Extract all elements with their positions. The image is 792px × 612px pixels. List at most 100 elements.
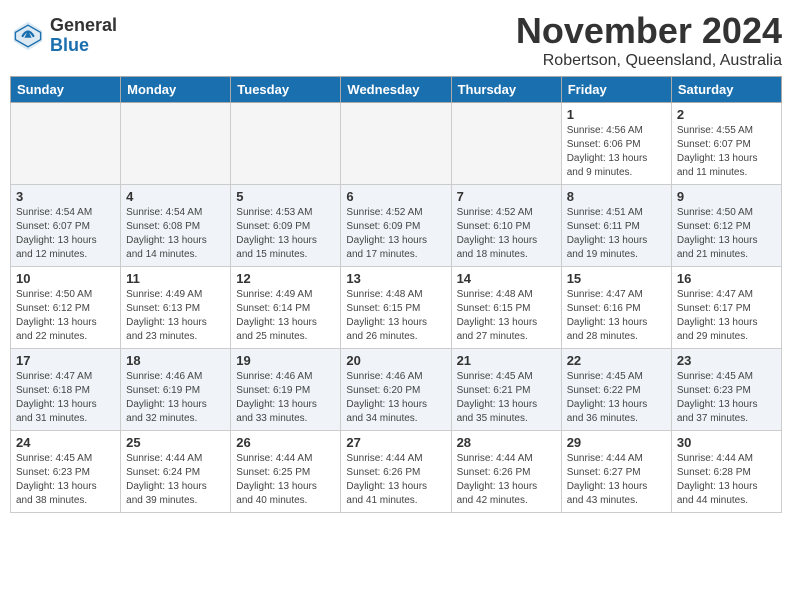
day-number: 13 xyxy=(346,271,445,286)
day-cell: 28Sunrise: 4:44 AM Sunset: 6:26 PM Dayli… xyxy=(451,431,561,513)
day-cell: 4Sunrise: 4:54 AM Sunset: 6:08 PM Daylig… xyxy=(121,185,231,267)
col-header-monday: Monday xyxy=(121,77,231,103)
col-header-thursday: Thursday xyxy=(451,77,561,103)
day-number: 6 xyxy=(346,189,445,204)
day-cell: 12 Sunrise: 4:49 AM Sunset: 6:14 PM Dayli… xyxy=(231,267,341,349)
day-cell: 17 Sunrise: 4:47 AM Sunset: 6:18 PM Dayli… xyxy=(11,349,121,431)
day-info: Sunrise: 4:52 AM Sunset: 6:09 PM Dayligh… xyxy=(346,206,445,262)
day-info: Sunrise: 4:55 AM Sunset: 6:07 PM Dayligh… xyxy=(677,124,776,180)
day-number: 2 xyxy=(677,107,776,122)
day-cell: 23Sunrise: 4:45 AM Sunset: 6:23 PM Dayli… xyxy=(671,349,781,431)
day-info: Sunrise: 4:47 AM Sunset: 6:18 PM Dayligh… xyxy=(16,370,115,426)
logo-general: General xyxy=(50,16,117,36)
day-number: 7 xyxy=(457,189,556,204)
day-cell: 16 Sunrise: 4:47 AM Sunset: 6:17 PM Dayli… xyxy=(671,267,781,349)
col-header-saturday: Saturday xyxy=(671,77,781,103)
day-cell: 2 Sunrise: 4:55 AM Sunset: 6:07 PM Daylig… xyxy=(671,103,781,185)
day-info: Sunrise: 4:48 AM Sunset: 6:15 PM Dayligh… xyxy=(457,288,556,344)
day-cell: 11 Sunrise: 4:49 AM Sunset: 6:13 PM Dayli… xyxy=(121,267,231,349)
day-cell: 3 Sunrise: 4:54 AM Sunset: 6:07 PM Daylig… xyxy=(11,185,121,267)
day-info: Sunrise: 4:51 AM Sunset: 6:11 PM Dayligh… xyxy=(567,206,666,262)
day-info: Sunrise: 4:54 AM Sunset: 6:08 PM Dayligh… xyxy=(126,206,225,262)
day-cell: 13 Sunrise: 4:48 AM Sunset: 6:15 PM Dayli… xyxy=(341,267,451,349)
day-cell: 21 Sunrise: 4:45 AM Sunset: 6:21 PM Dayli… xyxy=(451,349,561,431)
day-number: 9 xyxy=(677,189,776,204)
day-info: Sunrise: 4:54 AM Sunset: 6:07 PM Dayligh… xyxy=(16,206,115,262)
day-info: Sunrise: 4:53 AM Sunset: 6:09 PM Dayligh… xyxy=(236,206,335,262)
day-number: 15 xyxy=(567,271,666,286)
col-header-sunday: Sunday xyxy=(11,77,121,103)
day-cell: 25 Sunrise: 4:44 AM Sunset: 6:24 PM Dayli… xyxy=(121,431,231,513)
month-title: November 2024 xyxy=(516,10,782,52)
day-cell xyxy=(11,103,121,185)
week-row-1: 1Sunrise: 4:56 AM Sunset: 6:06 PM Daylig… xyxy=(11,103,782,185)
day-number: 10 xyxy=(16,271,115,286)
day-number: 23 xyxy=(677,353,776,368)
day-cell: 8 Sunrise: 4:51 AM Sunset: 6:11 PM Daylig… xyxy=(561,185,671,267)
day-info: Sunrise: 4:46 AM Sunset: 6:19 PM Dayligh… xyxy=(126,370,225,426)
day-info: Sunrise: 4:48 AM Sunset: 6:15 PM Dayligh… xyxy=(346,288,445,344)
logo-blue: Blue xyxy=(50,36,117,56)
day-number: 24 xyxy=(16,435,115,450)
day-number: 25 xyxy=(126,435,225,450)
day-number: 21 xyxy=(457,353,556,368)
day-number: 3 xyxy=(16,189,115,204)
day-cell: 29 Sunrise: 4:44 AM Sunset: 6:27 PM Dayli… xyxy=(561,431,671,513)
day-info: Sunrise: 4:47 AM Sunset: 6:16 PM Dayligh… xyxy=(567,288,666,344)
day-info: Sunrise: 4:49 AM Sunset: 6:14 PM Dayligh… xyxy=(236,288,335,344)
day-cell: 18 Sunrise: 4:46 AM Sunset: 6:19 PM Dayli… xyxy=(121,349,231,431)
title-area: November 2024 Robertson, Queensland, Aus… xyxy=(516,10,782,70)
col-header-wednesday: Wednesday xyxy=(341,77,451,103)
day-number: 19 xyxy=(236,353,335,368)
day-cell: 14 Sunrise: 4:48 AM Sunset: 6:15 PM Dayli… xyxy=(451,267,561,349)
day-number: 11 xyxy=(126,271,225,286)
col-header-tuesday: Tuesday xyxy=(231,77,341,103)
day-number: 30 xyxy=(677,435,776,450)
day-cell: 1Sunrise: 4:56 AM Sunset: 6:06 PM Daylig… xyxy=(561,103,671,185)
day-info: Sunrise: 4:47 AM Sunset: 6:17 PM Dayligh… xyxy=(677,288,776,344)
day-info: Sunrise: 4:46 AM Sunset: 6:19 PM Dayligh… xyxy=(236,370,335,426)
day-number: 29 xyxy=(567,435,666,450)
day-number: 28 xyxy=(457,435,556,450)
logo-icon xyxy=(10,18,46,54)
day-info: Sunrise: 4:44 AM Sunset: 6:27 PM Dayligh… xyxy=(567,452,666,508)
day-number: 18 xyxy=(126,353,225,368)
day-info: Sunrise: 4:44 AM Sunset: 6:28 PM Dayligh… xyxy=(677,452,776,508)
day-cell xyxy=(451,103,561,185)
day-info: Sunrise: 4:45 AM Sunset: 6:23 PM Dayligh… xyxy=(16,452,115,508)
day-cell: 10Sunrise: 4:50 AM Sunset: 6:12 PM Dayli… xyxy=(11,267,121,349)
day-number: 27 xyxy=(346,435,445,450)
day-cell: 19 Sunrise: 4:46 AM Sunset: 6:19 PM Dayli… xyxy=(231,349,341,431)
day-number: 22 xyxy=(567,353,666,368)
day-info: Sunrise: 4:46 AM Sunset: 6:20 PM Dayligh… xyxy=(346,370,445,426)
day-cell: 5 Sunrise: 4:53 AM Sunset: 6:09 PM Daylig… xyxy=(231,185,341,267)
day-number: 14 xyxy=(457,271,556,286)
day-info: Sunrise: 4:52 AM Sunset: 6:10 PM Dayligh… xyxy=(457,206,556,262)
day-number: 20 xyxy=(346,353,445,368)
day-info: Sunrise: 4:45 AM Sunset: 6:22 PM Dayligh… xyxy=(567,370,666,426)
day-cell: 24 Sunrise: 4:45 AM Sunset: 6:23 PM Dayli… xyxy=(11,431,121,513)
week-row-5: 24 Sunrise: 4:45 AM Sunset: 6:23 PM Dayli… xyxy=(11,431,782,513)
logo: General Blue xyxy=(10,16,117,56)
calendar-table: SundayMondayTuesdayWednesdayThursdayFrid… xyxy=(10,76,782,513)
day-info: Sunrise: 4:45 AM Sunset: 6:21 PM Dayligh… xyxy=(457,370,556,426)
day-cell: 15 Sunrise: 4:47 AM Sunset: 6:16 PM Dayli… xyxy=(561,267,671,349)
day-number: 5 xyxy=(236,189,335,204)
location-title: Robertson, Queensland, Australia xyxy=(516,52,782,70)
day-number: 16 xyxy=(677,271,776,286)
day-cell: 26Sunrise: 4:44 AM Sunset: 6:25 PM Dayli… xyxy=(231,431,341,513)
day-cell: 7 Sunrise: 4:52 AM Sunset: 6:10 PM Daylig… xyxy=(451,185,561,267)
day-cell: 22 Sunrise: 4:45 AM Sunset: 6:22 PM Dayli… xyxy=(561,349,671,431)
day-cell xyxy=(341,103,451,185)
logo-text: General Blue xyxy=(50,16,117,56)
day-info: Sunrise: 4:44 AM Sunset: 6:24 PM Dayligh… xyxy=(126,452,225,508)
day-number: 12 xyxy=(236,271,335,286)
day-number: 1 xyxy=(567,107,666,122)
day-number: 17 xyxy=(16,353,115,368)
day-number: 8 xyxy=(567,189,666,204)
day-info: Sunrise: 4:49 AM Sunset: 6:13 PM Dayligh… xyxy=(126,288,225,344)
day-cell: 20 Sunrise: 4:46 AM Sunset: 6:20 PM Dayli… xyxy=(341,349,451,431)
week-row-4: 17 Sunrise: 4:47 AM Sunset: 6:18 PM Dayli… xyxy=(11,349,782,431)
week-row-2: 3 Sunrise: 4:54 AM Sunset: 6:07 PM Daylig… xyxy=(11,185,782,267)
day-number: 26 xyxy=(236,435,335,450)
